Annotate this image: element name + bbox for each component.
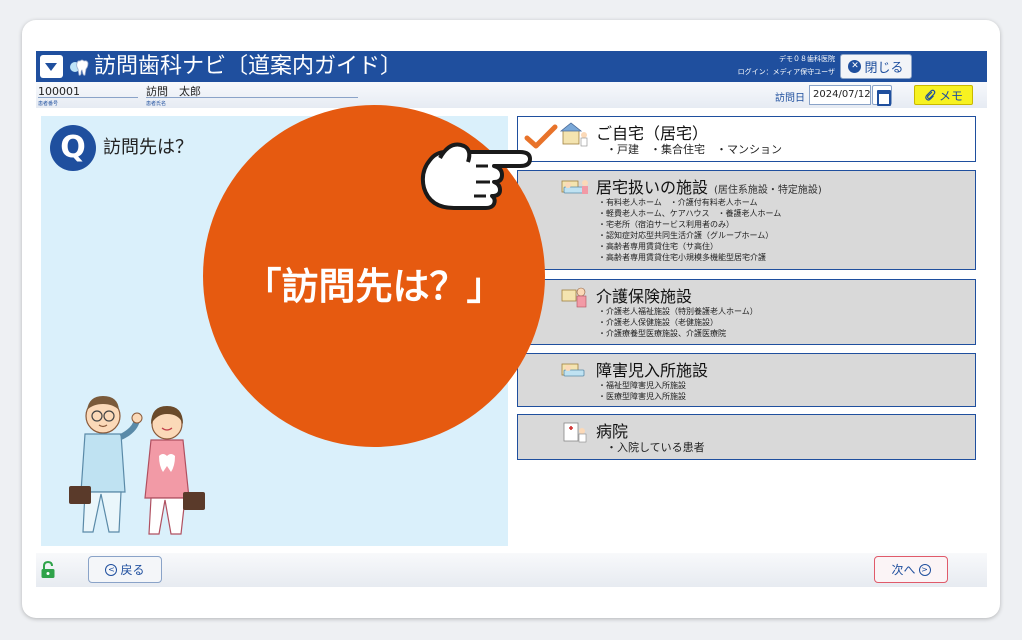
option-item: ・認知症対応型共同生活介護（グループホーム） bbox=[598, 231, 774, 240]
option-item: ・介護老人福祉施設（特別養護老人ホーム） bbox=[598, 307, 758, 316]
visit-date-label: 訪問日 bbox=[775, 93, 805, 104]
house-icon bbox=[560, 122, 588, 147]
option-items: ・介護老人福祉施設（特別養護老人ホーム） ・介護老人保健施設（老健施設） ・介護… bbox=[598, 306, 758, 339]
patient-id: 100001 bbox=[38, 86, 138, 98]
option-residential-facility[interactable]: 居宅扱いの施設 (居住系施設・特定施設) ・有料老人ホーム ・介護付有料老人ホーム… bbox=[517, 170, 976, 270]
close-button[interactable]: ✕ 閉じる bbox=[840, 54, 912, 79]
option-disabled-child-facility[interactable]: 障害児入所施設 ・福祉型障害児入所施設 ・医療型障害児入所施設 bbox=[517, 353, 976, 407]
memo-label: メモ bbox=[938, 88, 963, 103]
option-item: ・軽費老人ホーム、ケアハウス ・養護老人ホーム bbox=[598, 209, 782, 218]
paperclip-icon bbox=[925, 89, 936, 101]
close-icon: ✕ bbox=[848, 60, 862, 73]
option-item: ・有料老人ホーム ・介護付有料老人ホーム bbox=[598, 198, 758, 207]
option-subtitle: (居住系施設・特定施設) bbox=[714, 185, 822, 196]
patient-name: 訪問 太郎 bbox=[146, 86, 358, 98]
option-title: 病院 bbox=[596, 422, 629, 441]
option-item: ・医療型障害児入所施設 bbox=[598, 392, 686, 401]
option-items: ・有料老人ホーム ・介護付有料老人ホーム ・軽費老人ホーム、ケアハウス ・養護老… bbox=[598, 197, 781, 263]
option-items: ・福祉型障害児入所施設 ・医療型障害児入所施設 bbox=[598, 380, 686, 402]
app-window: 訪問歯科ナビ〔道案内ガイド〕 デモ０８歯科医院 ログイン：メディア保守ユーザ ✕… bbox=[22, 20, 1000, 618]
hospital-icon bbox=[563, 422, 587, 443]
back-button[interactable]: < 戻る bbox=[88, 556, 162, 583]
option-items: ・入院している患者 bbox=[606, 442, 705, 453]
clinic-name: デモ０８歯科医院 bbox=[779, 55, 835, 63]
calendar-icon[interactable] bbox=[872, 85, 892, 106]
dental-tooth-icon bbox=[70, 59, 89, 76]
title-bar: 訪問歯科ナビ〔道案内ガイド〕 デモ０８歯科医院 ログイン：メディア保守ユーザ ✕… bbox=[36, 51, 987, 82]
next-label: 次へ bbox=[891, 563, 916, 577]
caregiver-icon bbox=[561, 287, 587, 308]
option-title: 障害児入所施設 bbox=[596, 361, 709, 380]
back-arrow-icon: < bbox=[105, 563, 118, 576]
app-title: 訪問歯科ナビ〔道案内ガイド〕 bbox=[94, 54, 403, 79]
login-user: ログイン：メディア保守ユーザ bbox=[737, 68, 835, 76]
close-label: 閉じる bbox=[864, 61, 904, 76]
option-item: ・戸建 ・集合住宅 ・マンション bbox=[606, 143, 782, 156]
option-items: ・戸建 ・集合住宅 ・マンション bbox=[606, 144, 782, 155]
question-overlay-text: 「訪問先は？」 bbox=[244, 265, 504, 308]
option-title: 介護保険施設 bbox=[596, 287, 693, 306]
memo-button[interactable]: メモ bbox=[914, 85, 973, 105]
back-label: 戻る bbox=[120, 563, 145, 577]
option-home[interactable]: ご自宅（居宅） ・戸建 ・集合住宅 ・マンション bbox=[517, 116, 976, 162]
option-item: ・宅老所（宿泊サービス利用者のみ） bbox=[598, 220, 734, 229]
next-button[interactable]: 次へ > bbox=[874, 556, 948, 583]
patient-name-caption: 患者氏名 bbox=[146, 101, 167, 107]
menu-dropdown-icon[interactable] bbox=[40, 55, 63, 78]
option-title-text: 居宅扱いの施設 bbox=[596, 178, 709, 197]
option-title: ご自宅（居宅） bbox=[596, 124, 709, 143]
option-hospital[interactable]: 病院 ・入院している患者 bbox=[517, 414, 976, 460]
dentist-and-hygienist-illustration bbox=[69, 396, 205, 535]
visit-date-field[interactable]: 2024/07/12 bbox=[809, 85, 871, 105]
question-badge: Q bbox=[50, 125, 96, 171]
option-item: ・介護療養型医療施設、介護医療院 bbox=[598, 329, 726, 338]
option-item: ・福祉型障害児入所施設 bbox=[598, 381, 686, 390]
footer-bar: < 戻る 次へ > bbox=[36, 553, 987, 587]
option-item: ・高齢者専用賃貸住宅小規模多機能型居宅介護 bbox=[598, 253, 766, 262]
option-care-insurance-facility[interactable]: 介護保険施設 ・介護老人福祉施設（特別養護老人ホーム） ・介護老人保健施設（老健… bbox=[517, 279, 976, 345]
option-item: ・入院している患者 bbox=[606, 441, 705, 454]
bed-icon bbox=[561, 180, 588, 194]
patient-info-bar: 100001 患者番号 訪問 太郎 患者氏名 訪問日 2024/07/12 メモ bbox=[36, 82, 987, 108]
pointing-hand-icon bbox=[420, 142, 532, 210]
option-item: ・高齢者専用賃貸住宅（サ高住） bbox=[598, 242, 718, 251]
option-title: 居宅扱いの施設 (居住系施設・特定施設) bbox=[596, 174, 822, 198]
option-item: ・介護老人保健施設（老健施設） bbox=[598, 318, 718, 327]
patient-id-caption: 患者番号 bbox=[38, 101, 59, 107]
bed-icon bbox=[561, 363, 585, 377]
unlock-icon[interactable] bbox=[40, 561, 56, 579]
question-text: 訪問先は？ bbox=[103, 137, 193, 158]
next-arrow-icon: > bbox=[918, 563, 931, 576]
